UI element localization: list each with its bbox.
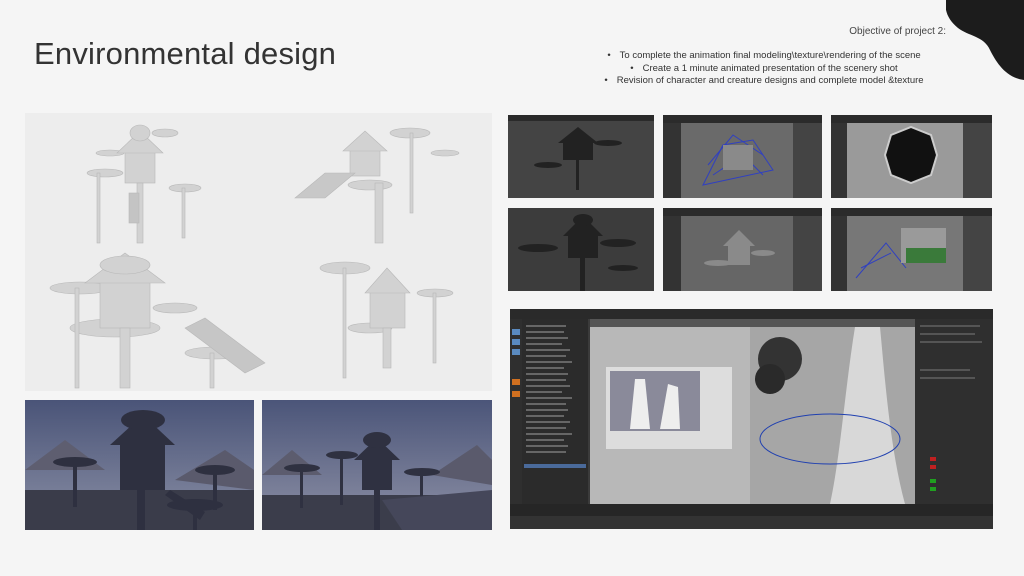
maya-thumbnail-5 [663, 208, 822, 291]
corner-blob-shape [946, 0, 1024, 80]
maya-thumbnail-4 [508, 208, 654, 291]
maya-main-screenshot [510, 309, 993, 529]
page-title: Environmental design [34, 36, 337, 71]
maya-thumbnail-3 [831, 115, 992, 198]
maya-thumbnail-2 [663, 115, 822, 198]
objective-heading: Objective of project 2: [849, 26, 946, 37]
maya-thumbnail-6 [831, 208, 992, 291]
render-image-2 [262, 400, 492, 530]
render-image-1 [25, 400, 254, 530]
maya-thumbnail-1 [508, 115, 654, 198]
objective-item: Create a 1 minute animated presentation … [584, 63, 944, 76]
objective-item: To complete the animation final modeling… [584, 50, 944, 63]
objective-list: To complete the animation final modeling… [584, 50, 944, 88]
model-sheet-image [25, 113, 492, 391]
objective-item: Revision of character and creature desig… [584, 75, 944, 88]
